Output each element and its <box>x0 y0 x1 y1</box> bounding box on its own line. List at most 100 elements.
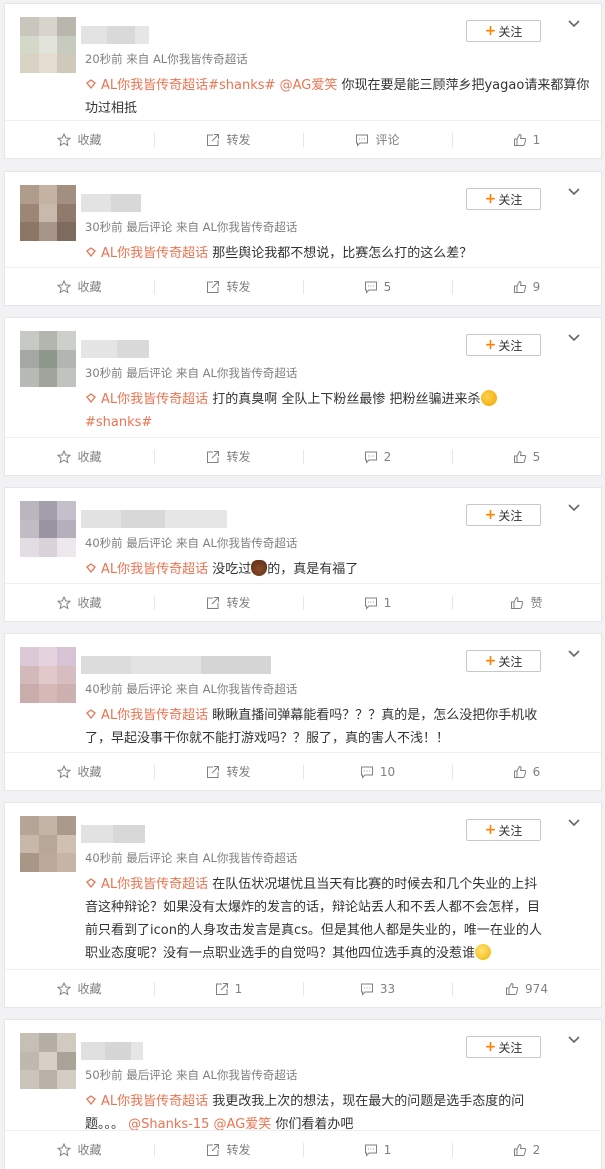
post-text: AL你我皆传奇超话#shanks# @AG爱笑 你现在要是能三顾萍乡把yagao… <box>85 78 590 116</box>
comment-icon <box>364 451 377 464</box>
comment-button[interactable]: 33 <box>303 970 452 1007</box>
supertopic-link[interactable]: AL你我皆传奇超话 <box>101 246 208 261</box>
follow-button[interactable]: + 关注 <box>466 650 541 672</box>
repost-icon <box>207 765 220 778</box>
post-card: 20秒前 来自 AL你我皆传奇超话 + 关注 AL你我皆传奇超话#shanks# … <box>4 3 602 159</box>
repost-button[interactable]: 转发 <box>154 438 303 475</box>
chevron-down-icon[interactable] <box>567 18 581 30</box>
post-card: 40秒前 最后评论 来自 AL你我皆传奇超话 + 关注 AL你我皆传奇超话 在队伍… <box>4 802 602 1008</box>
repost-button[interactable]: 转发 <box>154 121 303 158</box>
star-icon <box>57 279 72 294</box>
username-blurred[interactable] <box>81 1042 143 1060</box>
collect-button[interactable]: 收藏 <box>5 584 154 621</box>
thumbs-up-icon <box>513 765 526 778</box>
username-blurred[interactable] <box>81 510 227 528</box>
supertopic-link[interactable]: AL你我皆传奇超话 <box>101 562 208 577</box>
username-blurred[interactable] <box>81 340 149 358</box>
action-bar: 收藏 转发 1 赞 <box>5 583 601 621</box>
avatar[interactable] <box>20 1033 76 1089</box>
repost-button[interactable]: 转发 <box>154 753 303 790</box>
plus-icon: + <box>484 1039 497 1055</box>
action-bar: 收藏 1 33 974 <box>5 969 601 1007</box>
grin-face-emoji-icon <box>475 944 492 960</box>
collect-button[interactable]: 收藏 <box>5 121 154 158</box>
post-card: 30秒前 最后评论 来自 AL你我皆传奇超话 + 关注 AL你我皆传奇超话 那些舆… <box>4 171 602 306</box>
follow-button[interactable]: + 关注 <box>466 20 541 42</box>
weibo-feed: 20秒前 来自 AL你我皆传奇超话 + 关注 AL你我皆传奇超话#shanks# … <box>0 0 605 1169</box>
supertopic-link[interactable]: AL你我皆传奇超话 <box>101 392 208 407</box>
avatar[interactable] <box>20 647 76 703</box>
like-button[interactable]: 974 <box>452 970 601 1007</box>
supertopic-icon <box>86 247 96 258</box>
star-icon <box>57 764 72 779</box>
post-meta: 40秒前 最后评论 来自 AL你我皆传奇超话 <box>85 536 298 550</box>
username-blurred[interactable] <box>81 194 141 212</box>
like-button[interactable]: 赞 <box>452 584 601 621</box>
supertopic-link[interactable]: AL你我皆传奇超话 <box>101 708 208 723</box>
thumbs-up-icon <box>513 133 526 146</box>
like-button[interactable]: 2 <box>452 1131 601 1168</box>
thumbs-up-icon <box>513 1143 526 1156</box>
chevron-down-icon[interactable] <box>567 332 581 344</box>
mention-link[interactable]: @AG爱笑 <box>280 78 338 93</box>
kiss-face-emoji-icon <box>480 390 497 406</box>
like-button[interactable]: 6 <box>452 753 601 790</box>
repost-button[interactable]: 转发 <box>154 268 303 305</box>
hashtag-link[interactable]: #shanks# <box>85 415 152 430</box>
repost-icon <box>215 982 228 995</box>
follow-button[interactable]: + 关注 <box>466 504 541 526</box>
action-bar: 收藏 转发 2 5 <box>5 437 601 475</box>
like-button[interactable]: 1 <box>452 121 601 158</box>
comment-button[interactable]: 5 <box>303 268 452 305</box>
collect-button[interactable]: 收藏 <box>5 970 154 1007</box>
repost-button[interactable]: 转发 <box>154 584 303 621</box>
avatar[interactable] <box>20 331 76 387</box>
supertopic-link[interactable]: AL你我皆传奇超话#shanks# <box>101 78 275 93</box>
follow-button[interactable]: + 关注 <box>466 188 541 210</box>
chevron-down-icon[interactable] <box>567 648 581 660</box>
chevron-down-icon[interactable] <box>567 1034 581 1046</box>
comment-button[interactable]: 2 <box>303 438 452 475</box>
collect-button[interactable]: 收藏 <box>5 438 154 475</box>
star-icon <box>57 132 72 147</box>
post-meta: 30秒前 最后评论 来自 AL你我皆传奇超话 <box>85 220 298 234</box>
like-button[interactable]: 5 <box>452 438 601 475</box>
chevron-down-icon[interactable] <box>567 502 581 514</box>
chevron-down-icon[interactable] <box>567 186 581 198</box>
supertopic-link[interactable]: AL你我皆传奇超话 <box>101 1094 208 1109</box>
post-meta: 20秒前 来自 AL你我皆传奇超话 <box>85 52 248 66</box>
repost-button[interactable]: 转发 <box>154 1131 303 1168</box>
follow-button[interactable]: + 关注 <box>466 819 541 841</box>
username-blurred[interactable] <box>81 825 145 843</box>
collect-button[interactable]: 收藏 <box>5 753 154 790</box>
supertopic-icon <box>86 393 96 404</box>
avatar[interactable] <box>20 185 76 241</box>
repost-icon <box>207 450 220 463</box>
action-bar: 收藏 转发 1 2 <box>5 1130 601 1168</box>
repost-icon <box>207 596 220 609</box>
action-bar: 收藏 转发 评论 1 <box>5 120 601 158</box>
chevron-down-icon[interactable] <box>567 817 581 829</box>
supertopic-icon <box>86 878 96 889</box>
username-blurred[interactable] <box>81 26 149 44</box>
action-bar: 收藏 转发 5 9 <box>5 267 601 305</box>
avatar[interactable] <box>20 17 76 73</box>
thumbs-up-icon <box>506 982 519 995</box>
collect-button[interactable]: 收藏 <box>5 268 154 305</box>
comment-button[interactable]: 1 <box>303 1131 452 1168</box>
like-button[interactable]: 9 <box>452 268 601 305</box>
follow-button[interactable]: + 关注 <box>466 1036 541 1058</box>
avatar[interactable] <box>20 501 76 557</box>
username-blurred[interactable] <box>81 656 271 674</box>
avatar[interactable] <box>20 816 76 872</box>
comment-button[interactable]: 10 <box>303 753 452 790</box>
comment-button[interactable]: 1 <box>303 584 452 621</box>
collect-button[interactable]: 收藏 <box>5 1131 154 1168</box>
post-text: AL你我皆传奇超话 瞅瞅直播间弹幕能看吗？？？真的是，怎么没把你手机收 了，早起… <box>85 708 538 746</box>
follow-button[interactable]: + 关注 <box>466 334 541 356</box>
repost-button[interactable]: 1 <box>154 970 303 1007</box>
star-icon <box>57 1142 72 1157</box>
supertopic-link[interactable]: AL你我皆传奇超话 <box>101 877 208 892</box>
comment-button[interactable]: 评论 <box>303 121 452 158</box>
post-meta: 30秒前 最后评论 来自 AL你我皆传奇超话 <box>85 366 298 380</box>
